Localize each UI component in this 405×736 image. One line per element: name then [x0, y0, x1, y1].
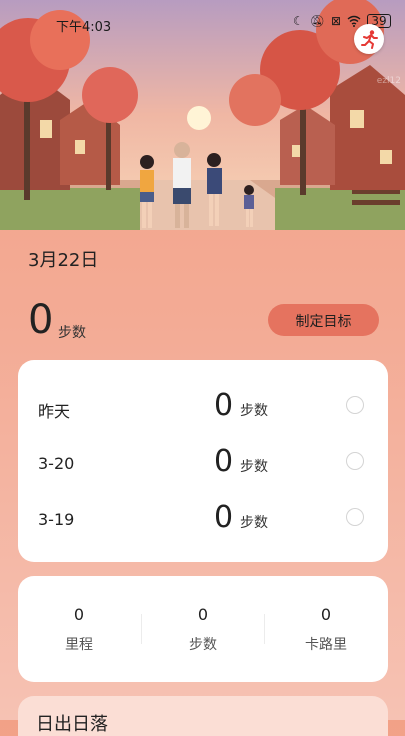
stat-steps-value: 0: [197, 605, 209, 624]
history-steps-unit: 步数: [240, 515, 268, 531]
watermark: ezl12: [376, 76, 401, 86]
stat-calories: 0 卡路里: [265, 604, 387, 654]
status-bar: 下午4:03 ☾ 🔕︎ ⊠ 39: [0, 0, 405, 44]
stat-distance-label: 里程: [65, 637, 93, 653]
today-steps-value: 0: [28, 297, 54, 343]
history-steps-unit: 步数: [240, 403, 268, 419]
status-time: 下午4:03: [56, 20, 112, 35]
history-radio[interactable]: [346, 396, 364, 414]
history-steps-unit: 步数: [240, 459, 268, 475]
history-steps-value: 0: [214, 500, 234, 535]
history-card: 昨天 0 步数 3-20 0 步数 3-19 0 步数: [18, 360, 388, 562]
running-mode-button[interactable]: [354, 24, 384, 54]
stat-calories-value: 0: [320, 605, 332, 624]
history-steps-value: 0: [214, 444, 234, 479]
sunrise-sunset-title: 日出日落: [36, 714, 108, 735]
today-steps-unit: 步数: [58, 325, 86, 341]
history-radio[interactable]: [346, 452, 364, 470]
stat-steps: 0 步数: [142, 604, 264, 654]
stats-card: 0 里程 0 步数 0 卡路里: [18, 576, 388, 682]
set-goal-button[interactable]: 制定目标: [268, 304, 379, 336]
sim-off-icon: ⊠: [330, 14, 341, 28]
runner-icon: [361, 30, 378, 49]
hero-illustration: 下午4:03 ☾ 🔕︎ ⊠ 39 ezl12: [0, 0, 405, 230]
history-row[interactable]: 3-19 0 步数: [18, 500, 388, 540]
stat-calories-label: 卡路里: [305, 637, 347, 653]
history-radio[interactable]: [346, 508, 364, 526]
history-row[interactable]: 昨天 0 步数: [18, 388, 388, 428]
history-date: 3-20: [38, 454, 75, 473]
moon-icon: ☾: [292, 14, 304, 28]
wifi-icon: [347, 15, 361, 27]
bell-off-icon: 🔕︎: [309, 14, 325, 28]
stat-distance-value: 0: [73, 605, 85, 624]
history-row[interactable]: 3-20 0 步数: [18, 444, 388, 484]
history-date: 3-19: [38, 510, 75, 529]
stat-steps-label: 步数: [189, 637, 217, 653]
history-steps-value: 0: [214, 388, 234, 423]
stat-distance: 0 里程: [18, 604, 140, 654]
current-date: 3月22日: [28, 250, 99, 271]
history-date: 昨天: [38, 402, 71, 421]
sunrise-sunset-card[interactable]: 日出日落: [18, 696, 388, 736]
